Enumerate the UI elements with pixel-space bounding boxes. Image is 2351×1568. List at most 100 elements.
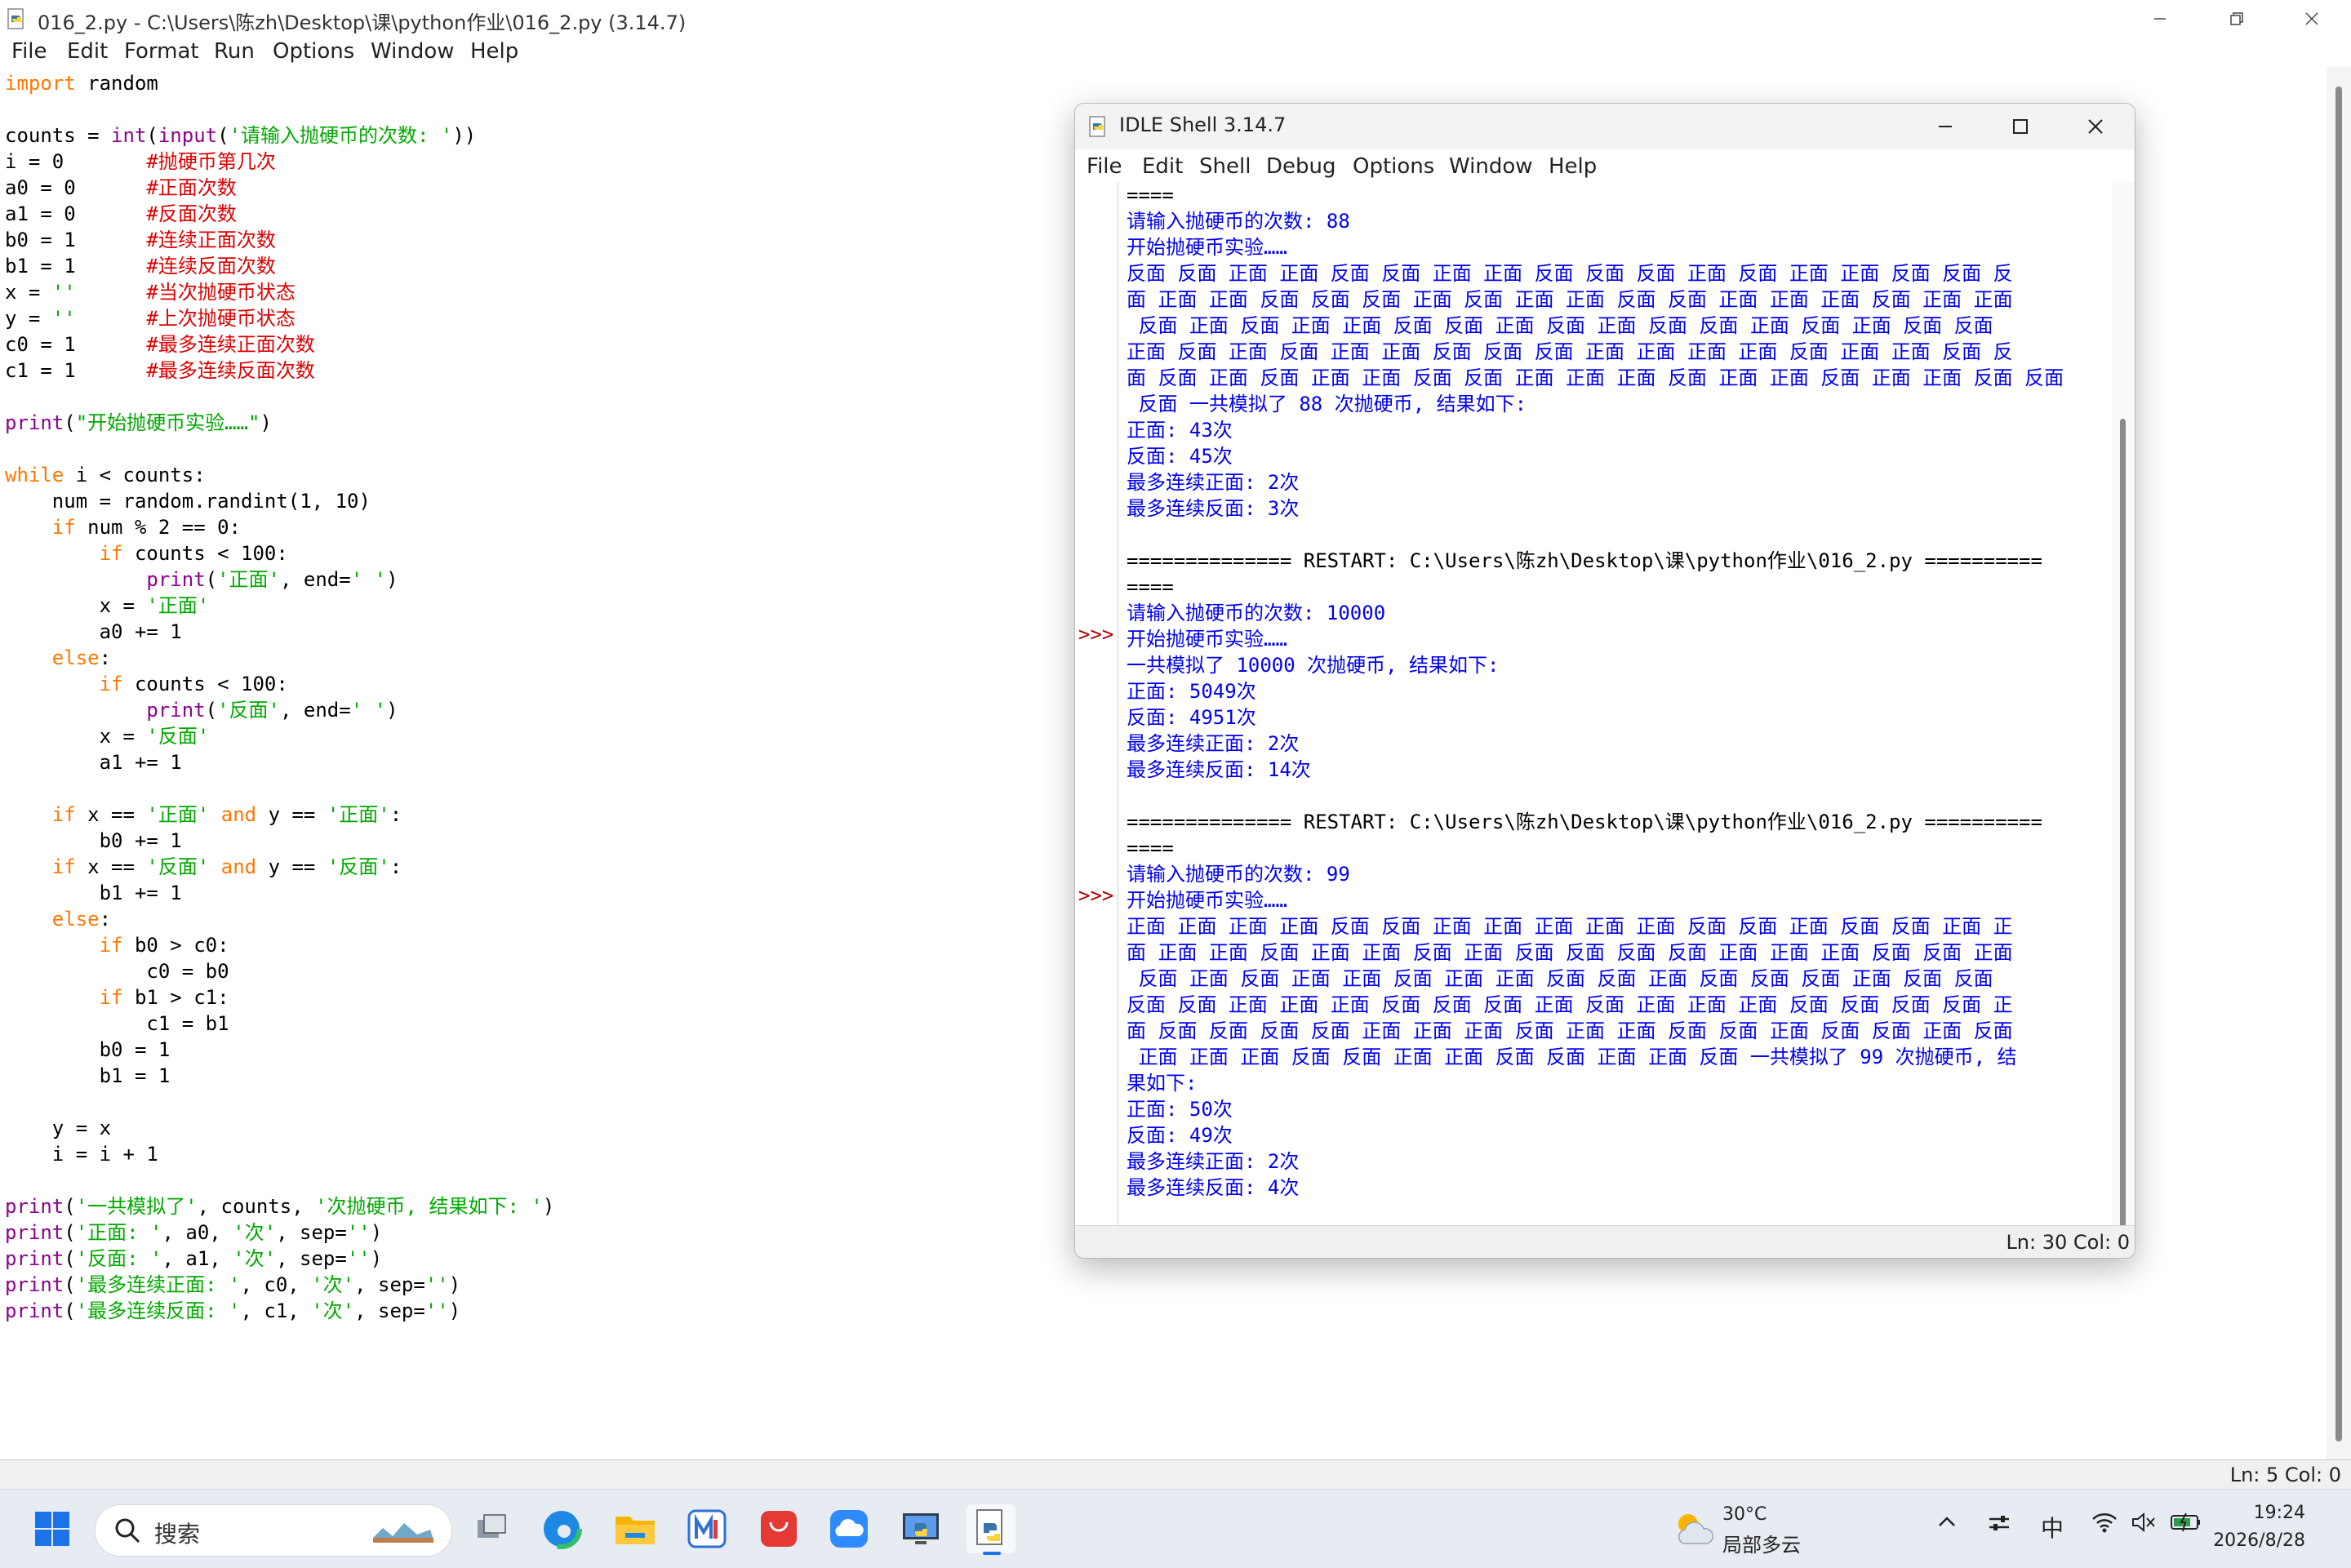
editor-title-bar: 016_2.py - C:\Users\陈zh\Desktop\课\python… — [0, 0, 2351, 38]
close-button[interactable] — [2273, 0, 2351, 38]
idle-editor-button[interactable] — [967, 1504, 1016, 1555]
code-line: if b1 > c1: — [99, 986, 229, 1009]
weather-widget[interactable]: 30°C 局部多云 — [1670, 1501, 1850, 1558]
search-placeholder: 搜索 — [154, 1521, 201, 1548]
code-line: b1 = 1 — [5, 1064, 171, 1087]
code-line: while i < counts: — [5, 464, 206, 486]
weather-description: 局部多云 — [1722, 1534, 1801, 1557]
network-button[interactable] — [2091, 1511, 2118, 1539]
idle-shell-window: IDLE Shell 3.14.7 File Edit Shell Debug … — [1074, 103, 2135, 1259]
shell-line: ==== — [1127, 575, 1174, 598]
shell-line: 最多连续正面: 2次 — [1127, 1150, 1300, 1173]
shell-line: 面 反面 反面 反面 反面 正面 正面 正面 反面 正面 正面 反面 反面 正面… — [1127, 1019, 2013, 1042]
shell-menu-edit[interactable]: Edit — [1142, 154, 1183, 179]
active-indicator — [983, 1552, 1001, 1555]
python-icon — [1089, 116, 1105, 137]
menu-edit[interactable]: Edit — [67, 39, 108, 64]
shell-line: 正面: 5049次 — [1127, 680, 1256, 703]
code-line: b0 = 1 #连续正面次数 — [5, 229, 276, 251]
file-explorer-button[interactable] — [611, 1504, 660, 1553]
shell-minimize-button[interactable] — [1908, 104, 1983, 149]
scrollbar-thumb[interactable] — [2335, 87, 2342, 1441]
sliders-icon — [1989, 1516, 2009, 1530]
code-line: c1 = 1 #最多连续反面次数 — [5, 359, 315, 382]
shell-line: 正面: 43次 — [1127, 419, 1233, 442]
shell-menu-debug[interactable]: Debug — [1266, 154, 1336, 179]
code-line: else: — [51, 646, 112, 669]
close-icon — [2088, 119, 2103, 134]
minimize-button[interactable] — [2121, 0, 2199, 38]
code-line: a0 = 0 #正面次数 — [5, 176, 237, 199]
shell-menu-window[interactable]: Window — [1449, 154, 1533, 179]
maximize-icon — [2013, 119, 2028, 134]
shell-prompt-gutter: >>> >>> >>> — [1075, 182, 1118, 1225]
close-icon — [2305, 12, 2318, 25]
shell-vertical-scrollbar[interactable] — [2112, 182, 2135, 1258]
edge-icon — [541, 1508, 582, 1549]
shell-maximize-button[interactable] — [1983, 104, 2058, 149]
scrollbar-thumb[interactable] — [2120, 419, 2126, 1258]
shell-line: 最多连续反面: 4次 — [1127, 1176, 1300, 1199]
shell-line: 正面 正面 正面 反面 反面 正面 正面 反面 反面 正面 正面 反面 一共模拟… — [1127, 1046, 2017, 1068]
shell-restart-line: ============== RESTART: C:\Users\陈zh\Des… — [1127, 549, 2042, 572]
weather-temperature: 30°C — [1722, 1504, 1767, 1525]
code-line: a0 += 1 — [5, 620, 182, 643]
shell-menu-help[interactable]: Help — [1549, 154, 1597, 179]
menu-format[interactable]: Format — [124, 39, 199, 64]
tray-settings-button[interactable] — [1987, 1511, 2011, 1541]
python-launcher-button[interactable] — [896, 1504, 945, 1553]
task-view-icon — [478, 1514, 506, 1538]
menu-file[interactable]: File — [11, 39, 47, 64]
editor-vertical-scrollbar[interactable] — [2327, 67, 2351, 1459]
code-line: y = x — [5, 1117, 112, 1139]
shell-title: IDLE Shell 3.14.7 — [1119, 113, 1287, 136]
code-line: x = '正面' — [5, 594, 210, 617]
code-line: print('最多连续反面: ', c1, '次', sep='') — [5, 1299, 461, 1322]
input-method-indicator[interactable]: 中 — [2041, 1511, 2064, 1544]
clock[interactable]: 19:24 2026/8/28 — [2213, 1499, 2305, 1555]
code-line: b1 += 1 — [5, 882, 182, 904]
python-monitor-icon — [903, 1513, 939, 1544]
restore-button[interactable] — [2198, 0, 2276, 38]
task-view-button[interactable] — [467, 1504, 516, 1553]
menu-help[interactable]: Help — [470, 39, 518, 64]
shell-line: 果如下: — [1127, 1072, 1198, 1095]
menu-options[interactable]: Options — [273, 39, 354, 64]
show-hidden-icons-button[interactable] — [1936, 1511, 1958, 1538]
battery-button[interactable] — [2170, 1511, 2202, 1539]
taskbar-search-box[interactable]: 搜索 — [95, 1504, 452, 1557]
shell-menu-shell[interactable]: Shell — [1199, 154, 1251, 179]
huawei-appgallery-icon — [761, 1511, 797, 1547]
cloud-app-button[interactable] — [824, 1504, 873, 1553]
shell-menu-file[interactable]: File — [1087, 154, 1122, 179]
code-line: a1 = 0 #反面次数 — [5, 202, 237, 225]
code-line: if b0 > c0: — [99, 934, 229, 957]
code-line: i = i + 1 — [5, 1143, 158, 1166]
partly-cloudy-icon — [1678, 1514, 1713, 1544]
shell-menu-options[interactable]: Options — [1353, 154, 1434, 179]
restore-icon — [2230, 12, 2243, 25]
code-line: if x == '正面' and y == '正面': — [51, 803, 402, 826]
shell-line: 正面 正面 正面 正面 反面 反面 正面 正面 正面 正面 正面 反面 反面 正… — [1127, 915, 2013, 938]
code-line: a1 += 1 — [5, 751, 182, 774]
code-line: x = '反面' — [5, 725, 210, 748]
shell-line: 反面 反面 正面 正面 正面 反面 反面 反面 正面 反面 正面 正面 正面 反… — [1127, 993, 2013, 1016]
shell-line: 反面: 4951次 — [1127, 706, 1256, 729]
editor-menu-bar: File Edit Format Run Options Window Help — [0, 38, 2351, 67]
code-line: if num % 2 == 0: — [51, 516, 241, 539]
code-line: i = 0 #抛硬币第几次 — [5, 150, 276, 173]
start-button[interactable] — [28, 1504, 77, 1553]
app-m-button[interactable] — [682, 1504, 731, 1553]
volume-button[interactable] — [2131, 1511, 2157, 1539]
shell-output[interactable]: ==== 请输入抛硬币的次数: 88 开始抛硬币实验…… 反面 反面 正面 正面… — [1118, 182, 2106, 1225]
menu-window[interactable]: Window — [371, 39, 455, 64]
code-line: else: — [51, 908, 112, 931]
code-line: c0 = 1 #最多连续正面次数 — [5, 333, 315, 356]
edge-button[interactable] — [537, 1504, 586, 1553]
huawei-store-button[interactable] — [754, 1504, 803, 1553]
code-line: print('最多连续正面: ', c0, '次', sep='') — [5, 1273, 461, 1296]
shell-line: 最多连续正面: 2次 — [1127, 471, 1300, 494]
taskbar: 搜索 30°C 局部多云 中 19:24 2026/8/28 — [0, 1489, 2351, 1568]
shell-close-button[interactable] — [2058, 104, 2133, 149]
menu-run[interactable]: Run — [214, 39, 255, 64]
